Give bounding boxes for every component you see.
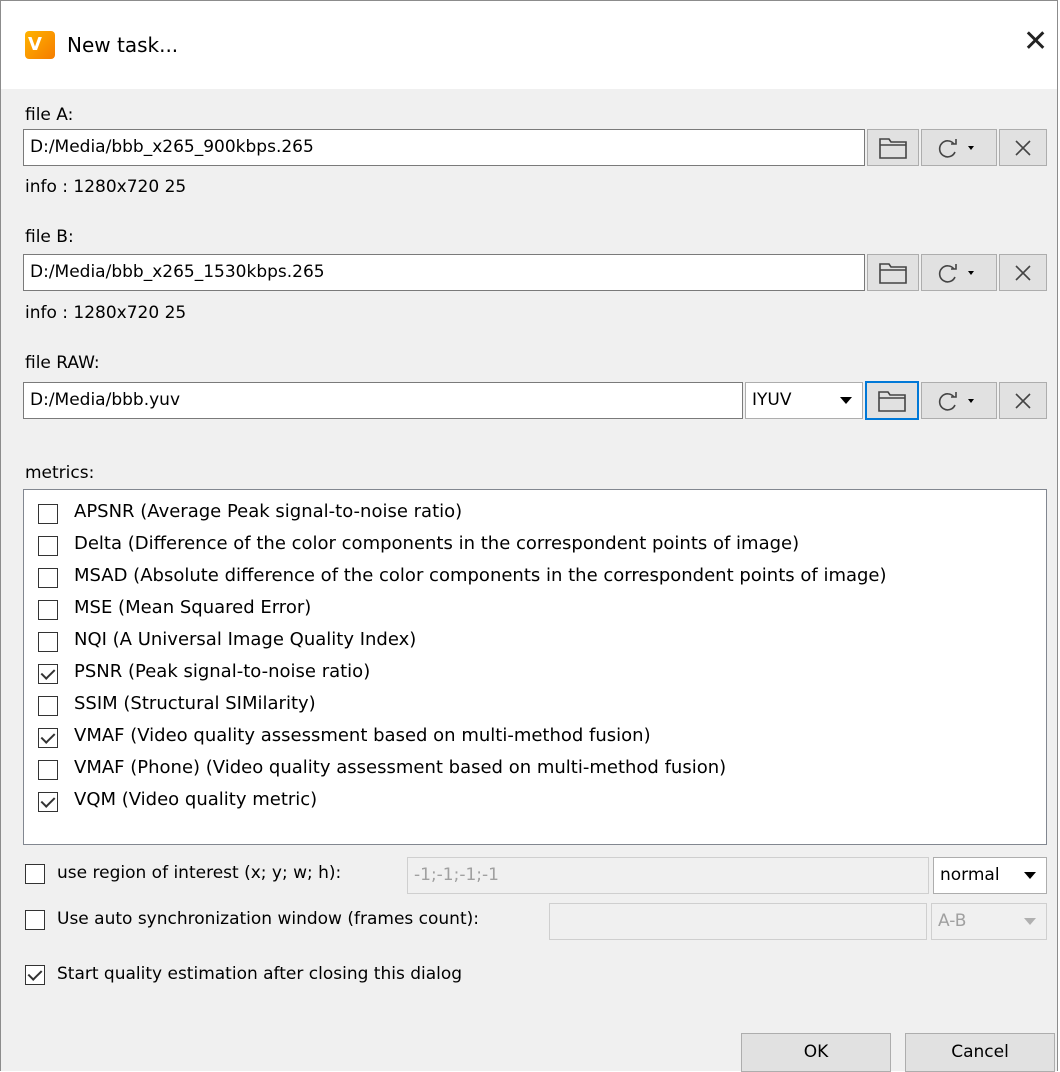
file-raw-clear-button[interactable] bbox=[999, 382, 1047, 419]
metric-label: VMAF (Video quality assessment based on … bbox=[74, 725, 651, 746]
metric-label: VMAF (Phone) (Video quality assessment b… bbox=[74, 757, 727, 778]
start-after-checkbox[interactable] bbox=[25, 965, 45, 985]
metric-label: MSE (Mean Squared Error) bbox=[74, 597, 312, 618]
metric-checkbox[interactable] bbox=[38, 728, 58, 748]
file-b-browse-button[interactable] bbox=[867, 254, 919, 291]
metric-checkbox[interactable] bbox=[38, 568, 58, 588]
metric-label: NQI (A Universal Image Quality Index) bbox=[74, 629, 417, 650]
metric-label: MSAD (Absolute difference of the color c… bbox=[74, 565, 887, 586]
chevron-down-icon bbox=[840, 397, 852, 404]
reload-icon bbox=[938, 391, 974, 411]
new-task-dialog: V New task... ✕ file A: D:/Media/bbb_x26… bbox=[0, 0, 1058, 1072]
reload-icon bbox=[938, 138, 974, 158]
title-bar: V New task... ✕ bbox=[1, 1, 1057, 89]
file-raw-reload-button[interactable] bbox=[921, 382, 997, 419]
raw-format-select[interactable]: IYUV bbox=[745, 382, 863, 419]
metric-checkbox[interactable] bbox=[38, 792, 58, 812]
app-icon: V bbox=[25, 31, 55, 59]
roi-mode-value: normal bbox=[940, 865, 1000, 885]
metric-checkbox[interactable] bbox=[38, 504, 58, 524]
sync-label: Use auto synchronization window (frames … bbox=[57, 909, 479, 929]
metric-label: SSIM (Structural SIMilarity) bbox=[74, 693, 316, 714]
metric-label: APSNR (Average Peak signal-to-noise rati… bbox=[74, 501, 463, 522]
chevron-down-icon bbox=[1024, 918, 1036, 925]
file-raw-label: file RAW: bbox=[25, 353, 100, 373]
roi-checkbox[interactable] bbox=[25, 864, 45, 884]
file-b-clear-button[interactable] bbox=[999, 254, 1047, 291]
ok-button[interactable]: OK bbox=[741, 1033, 891, 1072]
close-icon bbox=[1015, 139, 1031, 156]
metric-label: VQM (Video quality metric) bbox=[74, 789, 318, 810]
metric-checkbox[interactable] bbox=[38, 696, 58, 716]
metric-checkbox[interactable] bbox=[38, 664, 58, 684]
file-raw-browse-button[interactable] bbox=[865, 381, 919, 420]
close-icon bbox=[1015, 264, 1031, 281]
raw-format-value: IYUV bbox=[752, 390, 792, 410]
start-after-label: Start quality estimation after closing t… bbox=[57, 964, 463, 984]
sync-mode-select[interactable]: A-B bbox=[931, 903, 1047, 940]
file-a-reload-button[interactable] bbox=[921, 129, 997, 166]
folder-icon bbox=[878, 390, 906, 412]
metric-checkbox[interactable] bbox=[38, 760, 58, 780]
reload-icon bbox=[938, 263, 974, 283]
file-b-reload-button[interactable] bbox=[921, 254, 997, 291]
metric-checkbox[interactable] bbox=[38, 632, 58, 652]
window-close-button[interactable]: ✕ bbox=[1023, 27, 1048, 57]
file-b-label: file B: bbox=[25, 227, 74, 247]
sync-window-input[interactable] bbox=[549, 903, 927, 940]
window-title: New task... bbox=[67, 33, 179, 57]
metric-label: Delta (Difference of the color component… bbox=[74, 533, 800, 554]
roi-label: use region of interest (x; y; w; h): bbox=[57, 863, 342, 883]
metric-checkbox[interactable] bbox=[38, 600, 58, 620]
file-a-clear-button[interactable] bbox=[999, 129, 1047, 166]
close-icon bbox=[1015, 392, 1031, 409]
file-a-info: info : 1280x720 25 bbox=[25, 177, 187, 197]
file-a-browse-button[interactable] bbox=[867, 129, 919, 166]
sync-mode-value: A-B bbox=[938, 911, 967, 931]
file-b-info: info : 1280x720 25 bbox=[25, 303, 187, 323]
file-b-path-input[interactable]: D:/Media/bbb_x265_1530kbps.265 bbox=[23, 254, 865, 291]
roi-mode-select[interactable]: normal bbox=[933, 857, 1047, 894]
roi-input[interactable]: -1;-1;-1;-1 bbox=[407, 857, 929, 894]
file-a-path-input[interactable]: D:/Media/bbb_x265_900kbps.265 bbox=[23, 129, 865, 166]
cancel-button[interactable]: Cancel bbox=[905, 1033, 1055, 1072]
sync-checkbox[interactable] bbox=[25, 910, 45, 930]
metric-checkbox[interactable] bbox=[38, 536, 58, 556]
metrics-list: APSNR (Average Peak signal-to-noise rati… bbox=[23, 489, 1047, 845]
folder-icon bbox=[879, 137, 907, 159]
chevron-down-icon bbox=[1024, 872, 1036, 879]
metrics-label: metrics: bbox=[25, 463, 95, 483]
metric-label: PSNR (Peak signal-to-noise ratio) bbox=[74, 661, 371, 682]
file-raw-path-input[interactable]: D:/Media/bbb.yuv bbox=[23, 382, 743, 419]
file-a-label: file A: bbox=[25, 105, 74, 125]
folder-icon bbox=[879, 262, 907, 284]
